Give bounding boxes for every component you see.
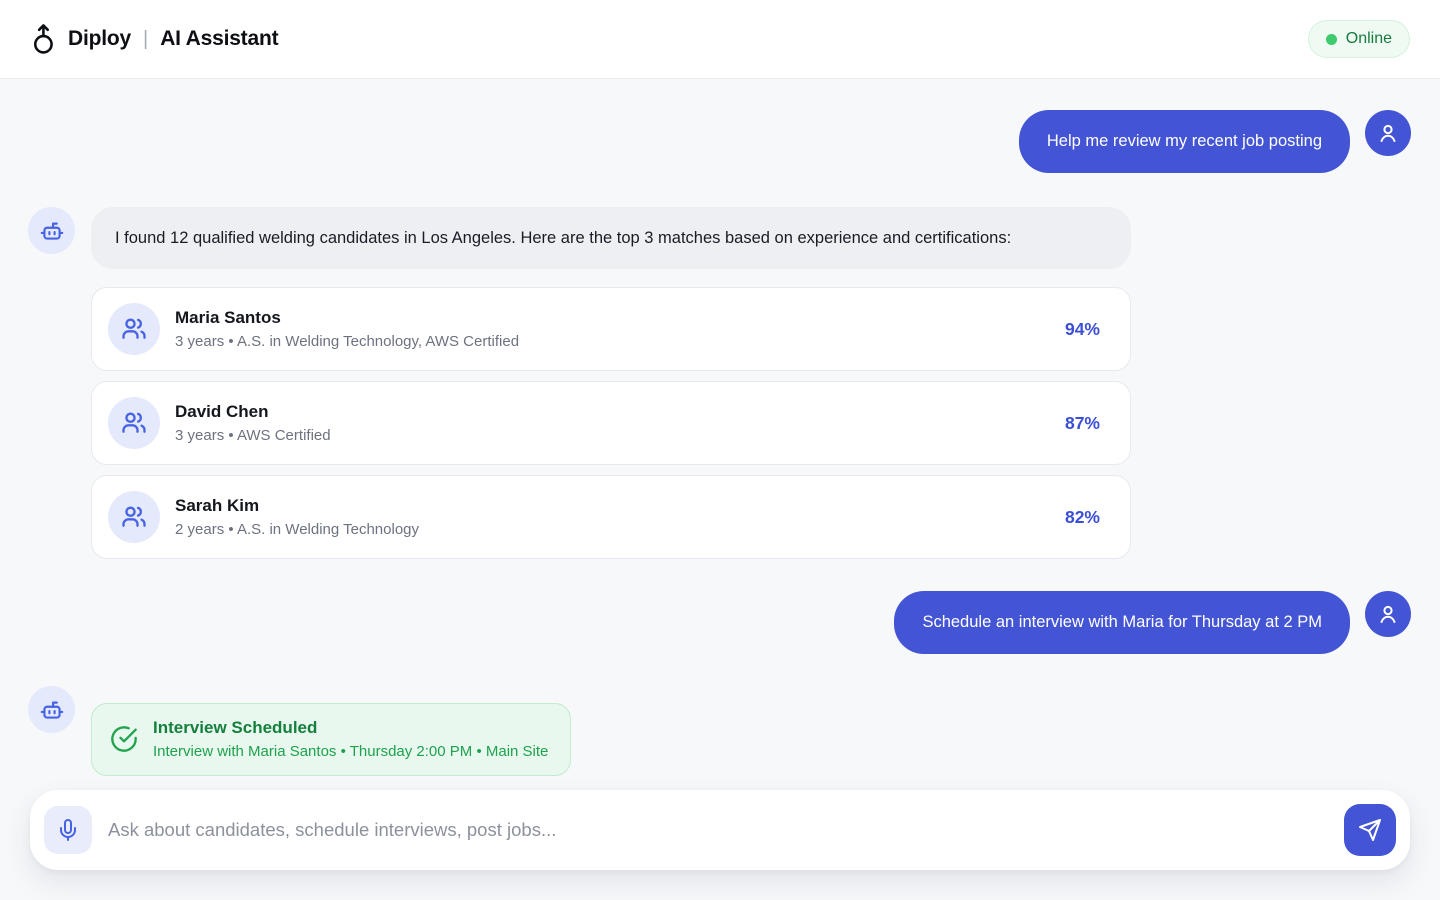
user-message-bubble: Help me review my recent job posting (1019, 110, 1350, 173)
candidate-match-score: 87% (1065, 413, 1114, 434)
candidate-avatar (108, 303, 160, 355)
candidate-info: Sarah Kim 2 years • A.S. in Welding Tech… (175, 496, 419, 538)
user-message-bubble: Schedule an interview with Maria for Thu… (894, 591, 1350, 654)
interview-scheduled-card: Interview Scheduled Interview with Maria… (91, 703, 571, 776)
ai-avatar (28, 686, 75, 733)
user-avatar (1365, 110, 1411, 156)
person-icon (1376, 121, 1400, 145)
ai-message-bubble: I found 12 qualified welding candidates … (91, 207, 1131, 269)
brand-name: Diploy (68, 27, 131, 51)
candidate-card-david[interactable]: David Chen 3 years • AWS Certified 87% (91, 381, 1131, 465)
candidate-info: David Chen 3 years • AWS Certified (175, 402, 331, 444)
ai-avatar (28, 207, 75, 254)
person-icon (1376, 602, 1400, 626)
candidate-card-sarah[interactable]: Sarah Kim 2 years • A.S. in Welding Tech… (91, 475, 1131, 559)
robot-icon (39, 697, 65, 723)
confirmation-details: Interview with Maria Santos • Thursday 2… (153, 743, 548, 760)
user-message-row: Schedule an interview with Maria for Thu… (28, 591, 1411, 654)
users-icon (120, 503, 148, 531)
candidate-avatar (108, 491, 160, 543)
users-icon (120, 315, 148, 343)
status-badge: Online (1308, 20, 1410, 58)
candidate-name: David Chen (175, 402, 331, 422)
candidate-details: 2 years • A.S. in Welding Technology (175, 521, 419, 538)
candidate-name: Sarah Kim (175, 496, 419, 516)
candidate-details: 3 years • AWS Certified (175, 427, 331, 444)
microphone-icon (56, 818, 80, 842)
candidate-match-score: 82% (1065, 507, 1114, 528)
user-avatar (1365, 591, 1411, 637)
mic-button[interactable] (44, 806, 92, 854)
candidate-card-maria[interactable]: Maria Santos 3 years • A.S. in Welding T… (91, 287, 1131, 371)
chat-area: Help me review my recent job posting I f… (0, 79, 1440, 776)
online-label: Online (1346, 30, 1392, 48)
check-circle-icon (110, 725, 138, 753)
candidate-name: Maria Santos (175, 308, 519, 328)
confirmation-text: Interview Scheduled Interview with Maria… (153, 718, 548, 760)
message-input[interactable] (108, 819, 1328, 841)
page-title: AI Assistant (160, 27, 278, 51)
candidate-match-score: 94% (1065, 319, 1114, 340)
composer-bar (30, 790, 1410, 870)
candidate-info: Maria Santos 3 years • A.S. in Welding T… (175, 308, 519, 350)
ai-confirmation-row: Interview Scheduled Interview with Maria… (28, 686, 1411, 776)
ai-message-row: I found 12 qualified welding candidates … (28, 207, 1411, 569)
app-header: Diploy | AI Assistant Online (0, 0, 1440, 79)
ai-content: I found 12 qualified welding candidates … (91, 207, 1131, 569)
robot-icon (39, 218, 65, 244)
user-message-row: Help me review my recent job posting (28, 110, 1411, 173)
diploy-logo-icon (30, 23, 58, 55)
candidate-details: 3 years • A.S. in Welding Technology, AW… (175, 333, 519, 350)
brand-group: Diploy | AI Assistant (30, 23, 278, 55)
confirmation-title: Interview Scheduled (153, 718, 548, 738)
send-button[interactable] (1344, 804, 1396, 856)
candidate-avatar (108, 397, 160, 449)
paper-plane-icon (1358, 818, 1382, 842)
online-dot-icon (1326, 34, 1337, 45)
users-icon (120, 409, 148, 437)
brand-divider: | (143, 28, 148, 51)
